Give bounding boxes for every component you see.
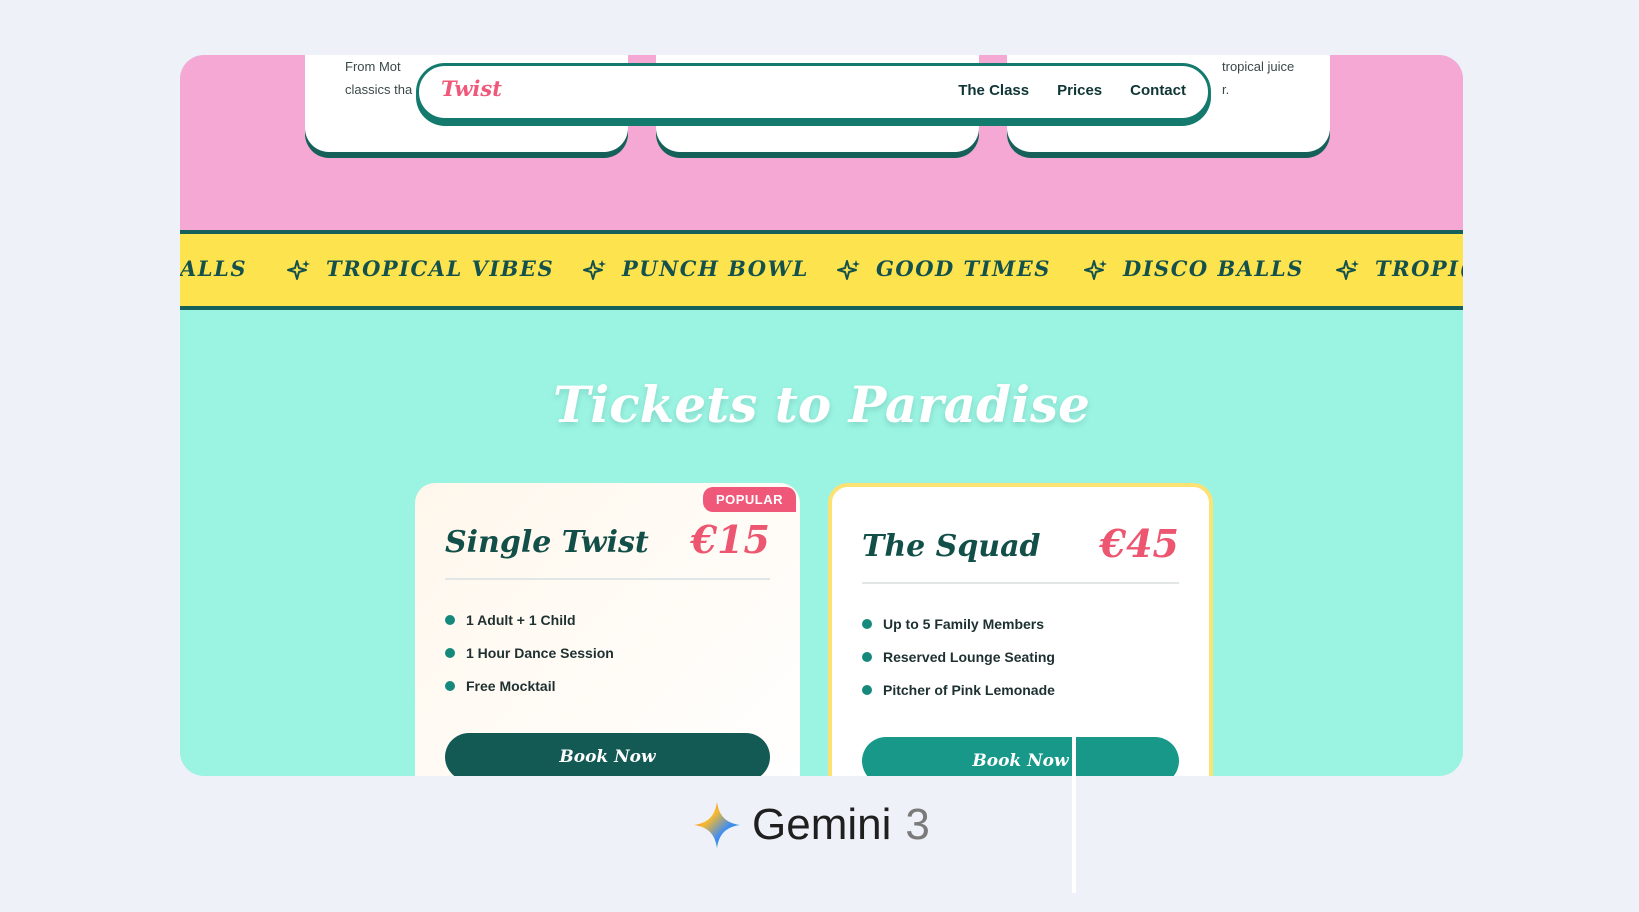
- bullet-dot-icon: [862, 651, 872, 662]
- ticker-item: TROPI(: [1375, 256, 1463, 281]
- nav-links: The Class Prices Contact: [958, 82, 1186, 99]
- ticker-item: PUNCH BOWL: [622, 256, 809, 281]
- hero-pink-band: From Mot classics tha tropical juice r. …: [180, 55, 1463, 230]
- feature-item: Up to 5 Family Members: [862, 607, 1055, 640]
- feature-item: Pitcher of Pink Lemonade: [862, 673, 1055, 706]
- marquee-ticker: ALLS TROPICAL VIBES PUNCH BOWL GOOD TIME…: [180, 230, 1463, 310]
- bullet-dot-icon: [445, 680, 455, 691]
- ticker-item: ALLS: [180, 256, 247, 281]
- sparkle-icon: [1084, 260, 1107, 280]
- feature-item: 1 Hour Dance Session: [445, 636, 614, 669]
- divider: [862, 582, 1179, 584]
- section-title: Tickets to Paradise: [553, 375, 1090, 434]
- feature-text: Up to 5 Family Members: [883, 615, 1045, 632]
- ticket-price: €15: [690, 517, 770, 562]
- sparkle-icon: [287, 260, 310, 280]
- book-now-button[interactable]: Book Now: [862, 737, 1179, 776]
- ticket-card-the-squad: The Squad €45 Up to 5 Family Members Res…: [828, 483, 1213, 776]
- sparkle-icon: [837, 260, 860, 280]
- info-card-3-line1: tropical juice: [1222, 59, 1295, 74]
- gemini-wordmark: Gemini: [752, 800, 892, 849]
- nav-link-the-class[interactable]: The Class: [958, 82, 1029, 99]
- feature-text: Reserved Lounge Seating: [883, 648, 1055, 665]
- ticker-item: GOOD TIMES: [876, 256, 1051, 281]
- info-card-1-line1: From Mot: [345, 59, 401, 74]
- brand-logo[interactable]: Twist: [441, 76, 502, 101]
- feature-text: 1 Adult + 1 Child: [466, 611, 576, 628]
- ticket-price: €45: [1099, 521, 1179, 566]
- nav-link-contact[interactable]: Contact: [1130, 82, 1186, 99]
- feature-item: 1 Adult + 1 Child: [445, 603, 614, 636]
- bullet-dot-icon: [445, 647, 455, 658]
- ticket-name: The Squad: [862, 529, 1041, 564]
- info-card-3-line2: r.: [1222, 82, 1230, 97]
- sparkle-icon: [583, 260, 606, 280]
- nav-link-prices[interactable]: Prices: [1057, 82, 1102, 99]
- ticket-name: Single Twist: [445, 525, 649, 560]
- ticker-item: TROPICAL VIBES: [326, 256, 555, 281]
- ticket-card-single-twist: POPULAR Single Twist €15 1 Adult + 1 Chi…: [415, 483, 800, 776]
- info-card-1-line2: classics tha: [345, 82, 413, 97]
- feature-text: Pitcher of Pink Lemonade: [883, 681, 1055, 698]
- bullet-dot-icon: [862, 618, 872, 629]
- feature-text: Free Mocktail: [466, 677, 556, 694]
- gemini-sparkle-icon: [694, 802, 740, 848]
- top-navbar: Twist The Class Prices Contact: [416, 63, 1211, 121]
- book-now-button[interactable]: Book Now: [445, 733, 770, 776]
- gemini-logo: Gemini 3: [692, 800, 930, 850]
- ticker-item: DISCO BALLS: [1123, 256, 1304, 281]
- gemini-version: 3: [905, 800, 930, 849]
- divider: [445, 578, 770, 580]
- feature-list: Up to 5 Family Members Reserved Lounge S…: [862, 607, 1055, 706]
- popular-badge: POPULAR: [702, 487, 796, 512]
- feature-list: 1 Adult + 1 Child 1 Hour Dance Session F…: [445, 603, 614, 702]
- feature-item: Free Mocktail: [445, 669, 614, 702]
- bullet-dot-icon: [445, 614, 455, 625]
- sparkle-icon: [1336, 260, 1359, 280]
- bullet-dot-icon: [862, 684, 872, 695]
- cursor-line: [1072, 718, 1076, 893]
- feature-item: Reserved Lounge Seating: [862, 640, 1055, 673]
- website-preview: From Mot classics tha tropical juice r. …: [180, 55, 1463, 776]
- feature-text: 1 Hour Dance Session: [466, 644, 614, 661]
